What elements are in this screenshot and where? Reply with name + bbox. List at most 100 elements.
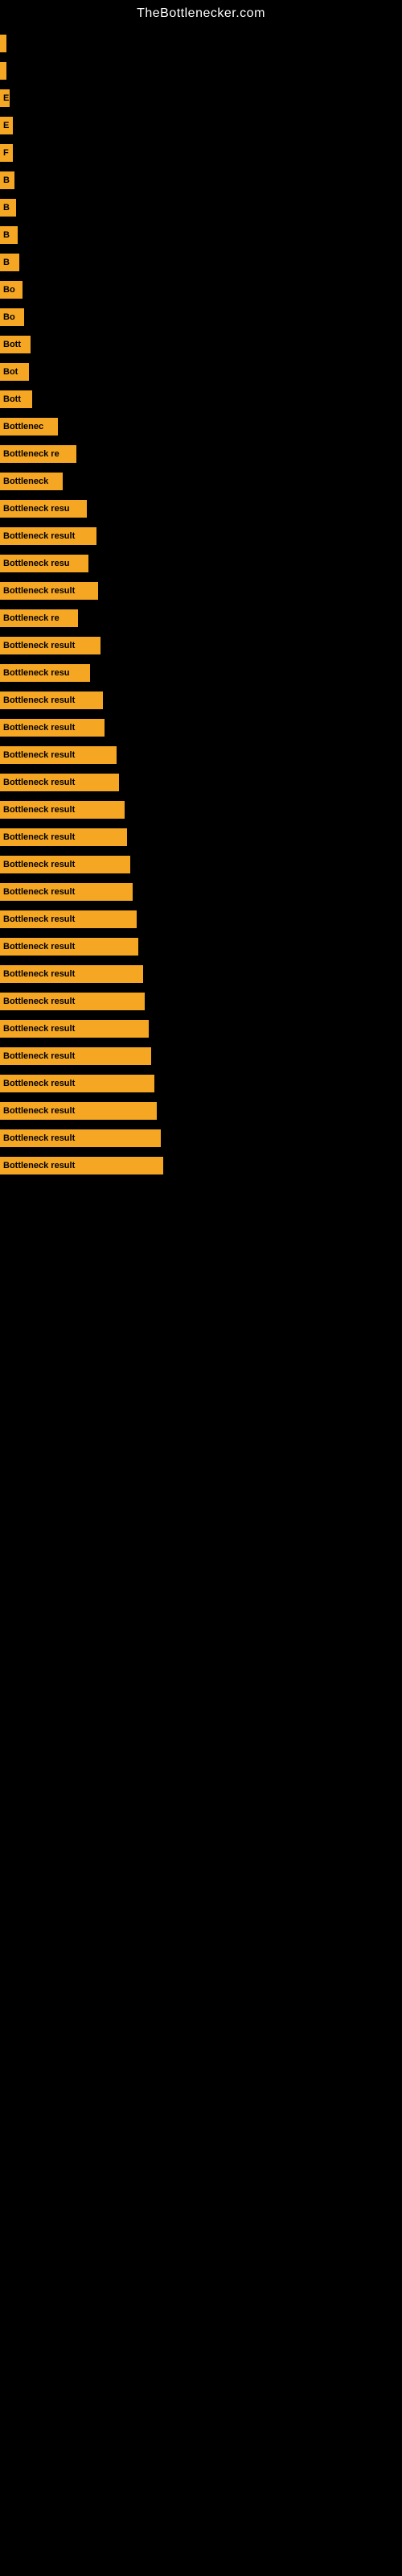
bar-4: F [0, 144, 13, 162]
bar-label-20: Bottleneck result [3, 586, 75, 596]
bar-row-10: Bo [0, 306, 402, 328]
bar-row-24: Bottleneck result [0, 689, 402, 712]
bar-row-36: Bottleneck result [0, 1018, 402, 1040]
bar-14: Bottlenec [0, 418, 58, 436]
bar-label-39: Bottleneck result [3, 1106, 75, 1116]
bar-35: Bottleneck result [0, 993, 145, 1010]
bar-row-39: Bottleneck result [0, 1100, 402, 1122]
bar-11: Bott [0, 336, 31, 353]
bar-3: E [0, 117, 13, 134]
bar-label-27: Bottleneck result [3, 778, 75, 787]
bar-1 [0, 62, 6, 80]
bar-34: Bottleneck result [0, 965, 143, 983]
bar-label-40: Bottleneck result [3, 1133, 75, 1143]
bar-label-18: Bottleneck result [3, 531, 75, 541]
bar-label-22: Bottleneck result [3, 641, 75, 650]
bar-row-1 [0, 60, 402, 82]
bar-37: Bottleneck result [0, 1047, 151, 1065]
bar-16: Bottleneck [0, 473, 63, 490]
bar-10: Bo [0, 308, 24, 326]
bar-8: B [0, 254, 19, 271]
bar-row-30: Bottleneck result [0, 853, 402, 876]
bar-row-32: Bottleneck result [0, 908, 402, 931]
bar-28: Bottleneck result [0, 801, 125, 819]
bar-0 [0, 35, 6, 52]
bar-row-31: Bottleneck result [0, 881, 402, 903]
bar-row-34: Bottleneck result [0, 963, 402, 985]
bar-row-12: Bot [0, 361, 402, 383]
bar-label-9: Bo [3, 285, 15, 295]
bar-row-28: Bottleneck result [0, 799, 402, 821]
bar-23: Bottleneck resu [0, 664, 90, 682]
bar-39: Bottleneck result [0, 1102, 157, 1120]
bar-row-8: B [0, 251, 402, 274]
bar-label-7: B [3, 230, 10, 240]
bar-row-26: Bottleneck result [0, 744, 402, 766]
bar-27: Bottleneck result [0, 774, 119, 791]
bar-label-41: Bottleneck result [3, 1161, 75, 1170]
bar-24: Bottleneck result [0, 691, 103, 709]
bar-row-38: Bottleneck result [0, 1072, 402, 1095]
bar-row-4: F [0, 142, 402, 164]
bar-9: Bo [0, 281, 23, 299]
bars-container: E E F B B B B Bo Bo Bott Bot Bott Bottlenec Bottlenec… [0, 24, 402, 1190]
bar-26: Bottleneck result [0, 746, 117, 764]
bar-row-19: Bottleneck resu [0, 552, 402, 575]
bar-row-16: Bottleneck [0, 470, 402, 493]
bar-5: B [0, 171, 14, 189]
bar-row-13: Bott [0, 388, 402, 411]
bar-row-9: Bo [0, 279, 402, 301]
bar-row-20: Bottleneck result [0, 580, 402, 602]
bar-row-22: Bottleneck result [0, 634, 402, 657]
bar-2: E [0, 89, 10, 107]
bar-label-4: F [3, 148, 9, 158]
bar-17: Bottleneck resu [0, 500, 87, 518]
bar-row-40: Bottleneck result [0, 1127, 402, 1150]
bar-row-7: B [0, 224, 402, 246]
bar-22: Bottleneck result [0, 637, 100, 654]
bar-label-31: Bottleneck result [3, 887, 75, 897]
bar-label-30: Bottleneck result [3, 860, 75, 869]
bar-row-27: Bottleneck result [0, 771, 402, 794]
bar-row-23: Bottleneck resu [0, 662, 402, 684]
bar-row-2: E [0, 87, 402, 109]
bar-label-3: E [3, 121, 9, 130]
bar-label-10: Bo [3, 312, 15, 322]
bar-12: Bot [0, 363, 29, 381]
bar-row-15: Bottleneck re [0, 443, 402, 465]
bar-label-36: Bottleneck result [3, 1024, 75, 1034]
bar-30: Bottleneck result [0, 856, 130, 873]
bar-row-33: Bottleneck result [0, 935, 402, 958]
bar-label-34: Bottleneck result [3, 969, 75, 979]
bar-row-29: Bottleneck result [0, 826, 402, 848]
bar-row-41: Bottleneck result [0, 1154, 402, 1177]
bar-label-32: Bottleneck result [3, 914, 75, 924]
bar-13: Bott [0, 390, 32, 408]
bar-40: Bottleneck result [0, 1129, 161, 1147]
bar-label-8: B [3, 258, 10, 267]
bar-label-29: Bottleneck result [3, 832, 75, 842]
bar-row-11: Bott [0, 333, 402, 356]
bar-41: Bottleneck result [0, 1157, 163, 1174]
bar-row-21: Bottleneck re [0, 607, 402, 630]
bar-row-5: B [0, 169, 402, 192]
bar-label-11: Bott [3, 340, 21, 349]
bar-label-21: Bottleneck re [3, 613, 59, 623]
bar-21: Bottleneck re [0, 609, 78, 627]
bar-6: B [0, 199, 16, 217]
bar-row-3: E [0, 114, 402, 137]
bar-row-35: Bottleneck result [0, 990, 402, 1013]
bar-label-28: Bottleneck result [3, 805, 75, 815]
bar-18: Bottleneck result [0, 527, 96, 545]
bar-label-6: B [3, 203, 10, 213]
bar-label-17: Bottleneck resu [3, 504, 70, 514]
bar-label-35: Bottleneck result [3, 997, 75, 1006]
bar-label-2: E [3, 93, 9, 103]
bar-row-37: Bottleneck result [0, 1045, 402, 1067]
bar-25: Bottleneck result [0, 719, 105, 737]
bar-label-25: Bottleneck result [3, 723, 75, 733]
bar-38: Bottleneck result [0, 1075, 154, 1092]
bar-label-23: Bottleneck resu [3, 668, 70, 678]
bar-7: B [0, 226, 18, 244]
bar-label-15: Bottleneck re [3, 449, 59, 459]
